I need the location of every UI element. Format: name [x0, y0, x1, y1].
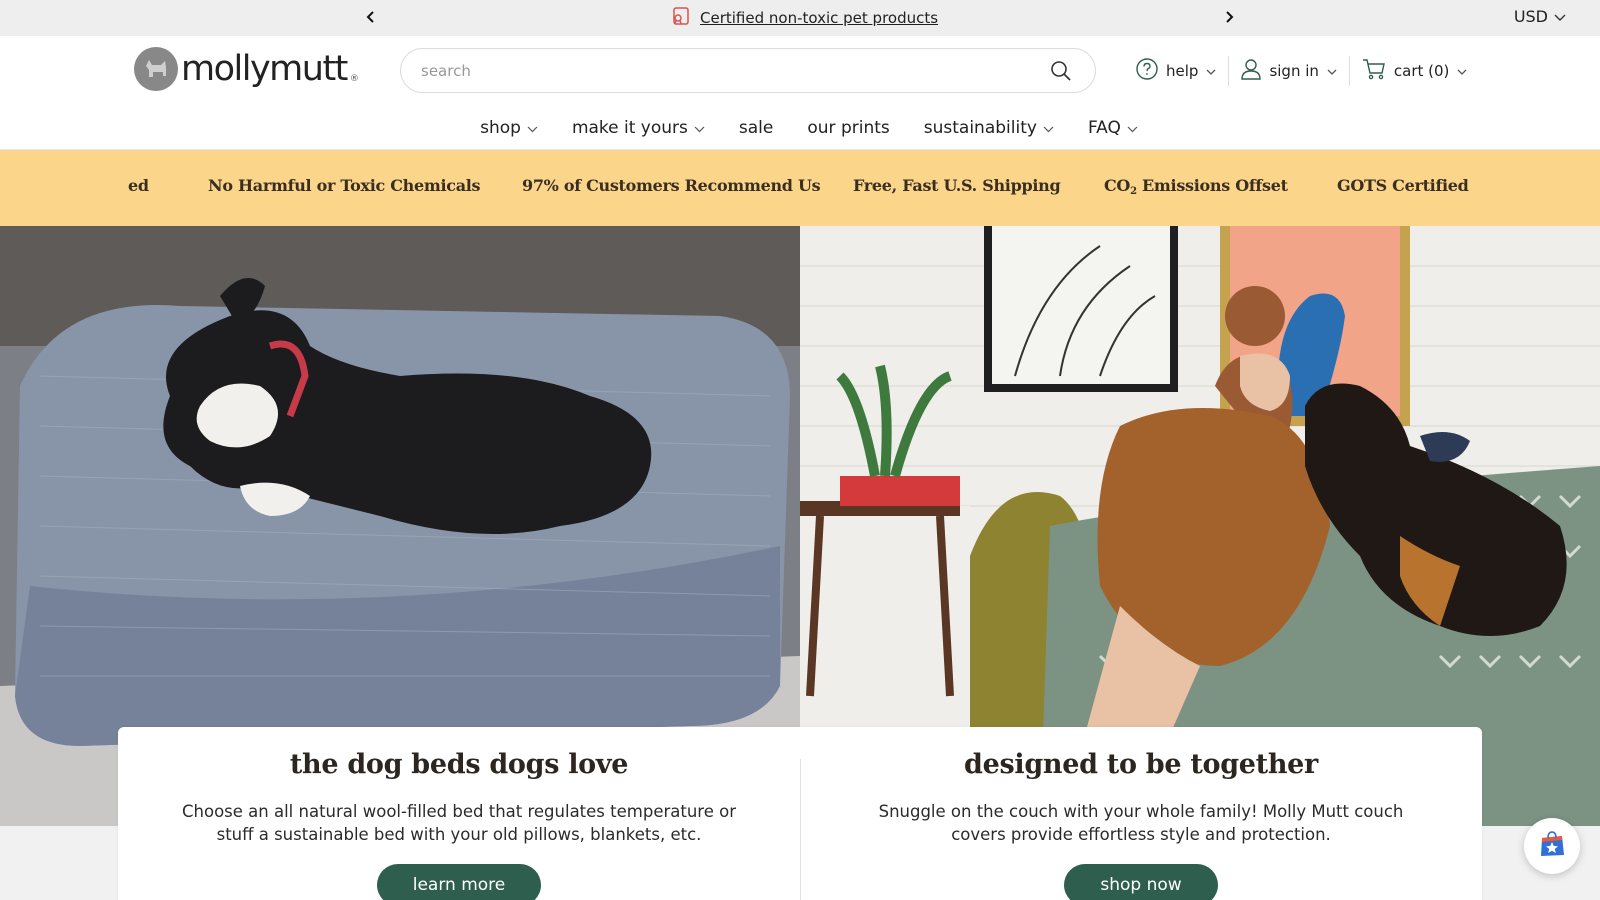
announcement-link[interactable]: Certified non-toxic pet products [700, 9, 938, 27]
chevron-down-icon [1043, 118, 1054, 138]
announcement-message: Certified non-toxic pet products [670, 6, 938, 30]
search-icon[interactable] [1047, 57, 1075, 85]
nav-item-our-prints[interactable]: our prints [790, 108, 906, 148]
co2-prefix: CO [1104, 176, 1131, 195]
cart-label: cart (0) [1393, 62, 1450, 80]
header-utilities: help sign in cart (0) [1136, 56, 1479, 86]
shop-now-button[interactable]: shop now [1064, 864, 1218, 900]
dog-beds-heading: the dog beds dogs love [289, 749, 629, 780]
nav-item-sustainability[interactable]: sustainability [907, 108, 1071, 148]
nav-item-make-it-yours[interactable]: make it yours [555, 108, 722, 148]
nav-item-label: make it yours [571, 118, 688, 138]
nav-item-label: sustainability [923, 118, 1037, 138]
nav-item-label: our prints [807, 118, 890, 138]
site-header: mollymutt ® help sign in [0, 36, 1600, 150]
chevron-down-icon [1327, 62, 1337, 80]
main-nav: shop make it yours sale our prints susta… [0, 108, 1600, 148]
rewards-widget-button[interactable] [1524, 818, 1580, 874]
value-prop-shipping: Free, Fast U.S. Shipping [853, 176, 1061, 195]
content-card: the dog beds dogs love Choose an all nat… [118, 727, 1482, 900]
shopping-bag-star-icon [1537, 829, 1567, 863]
help-label: help [1166, 62, 1199, 80]
value-props-band: ed No Harmful or Toxic Chemicals 97% of … [0, 150, 1600, 226]
logo[interactable]: mollymutt ® [134, 47, 359, 91]
certificate-icon [670, 6, 692, 30]
nav-item-label: shop [480, 118, 521, 138]
search-input[interactable] [421, 61, 1047, 80]
co2-subscript: 2 [1130, 186, 1137, 197]
value-prop-gots: GOTS Certified [1337, 176, 1469, 195]
nav-item-label: sale [738, 118, 774, 138]
chevron-down-icon [527, 118, 538, 138]
chevron-left-icon[interactable] [360, 6, 382, 28]
currency-selector[interactable]: USD [1514, 7, 1566, 26]
logo-registered: ® [349, 74, 359, 84]
dog-beds-description: Choose an all natural wool-filled bed th… [182, 802, 736, 844]
value-prop-partial: ed [128, 176, 149, 195]
currency-label: USD [1513, 7, 1548, 26]
nav-item-shop[interactable]: shop [463, 108, 555, 148]
user-icon [1241, 58, 1262, 84]
couch-covers-description: Snuggle on the couch with your whole fam… [878, 802, 1404, 844]
dog-logo-icon [134, 47, 178, 91]
learn-more-button[interactable]: learn more [376, 864, 542, 900]
cart-icon [1362, 58, 1386, 84]
logo-text: mollymutt [181, 49, 348, 89]
chevron-right-icon[interactable] [1218, 6, 1240, 28]
search-bar [400, 48, 1096, 93]
help-icon [1136, 58, 1158, 84]
nav-item-sale[interactable]: sale [722, 108, 790, 148]
chevron-down-icon [1554, 7, 1566, 26]
couch-covers-heading: designed to be together [964, 749, 1318, 780]
sign-in-menu[interactable]: sign in [1228, 56, 1348, 86]
chevron-down-icon [1457, 62, 1467, 80]
sign-in-label: sign in [1269, 62, 1319, 80]
co2-suffix: Emissions Offset [1136, 176, 1288, 195]
value-prop-no-toxic: No Harmful or Toxic Chemicals [208, 176, 481, 195]
card-column-couch-covers: designed to be together Snuggle on the c… [800, 749, 1482, 900]
nav-item-faq[interactable]: FAQ [1071, 108, 1155, 148]
value-prop-recommend: 97% of Customers Recommend Us [522, 176, 821, 195]
value-prop-co2: CO2 Emissions Offset [1104, 176, 1288, 197]
nav-item-label: FAQ [1087, 118, 1121, 138]
chevron-down-icon [694, 118, 705, 138]
cart-menu[interactable]: cart (0) [1348, 56, 1480, 86]
card-column-dog-beds: the dog beds dogs love Choose an all nat… [118, 749, 800, 900]
chevron-down-icon [1127, 118, 1138, 138]
chevron-down-icon [1206, 62, 1216, 80]
announcement-bar: Certified non-toxic pet products USD [0, 0, 1600, 36]
help-menu[interactable]: help [1136, 56, 1228, 86]
